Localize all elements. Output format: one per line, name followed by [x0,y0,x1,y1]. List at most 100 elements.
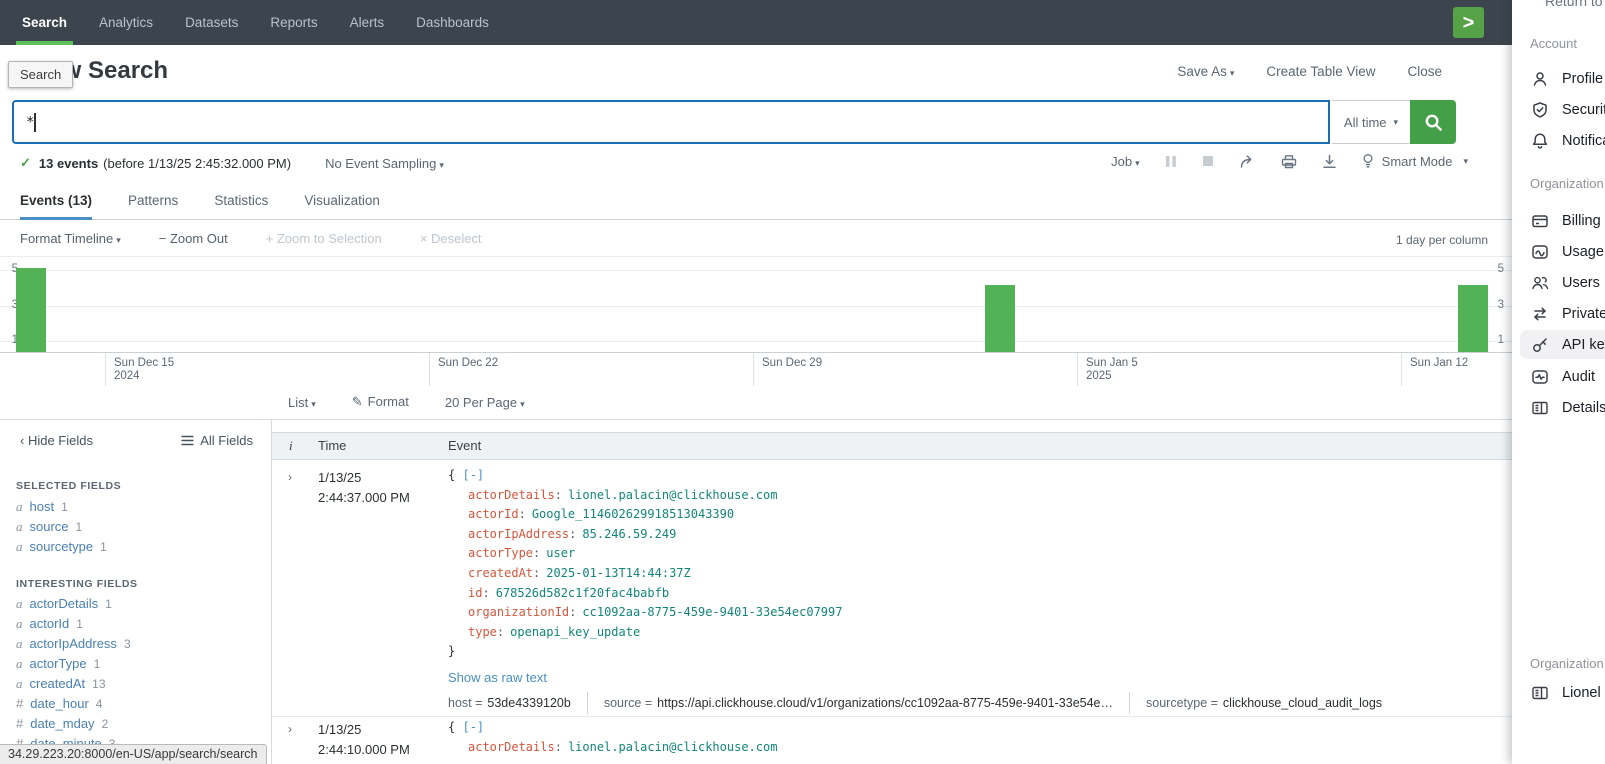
export-button[interactable] [1322,154,1337,169]
json-key[interactable]: id [468,586,496,600]
create-table-view-button[interactable]: Create Table View [1266,64,1375,79]
share-button[interactable] [1239,154,1256,169]
field-actorDetails[interactable]: aactorDetails1 [16,596,112,612]
json-key[interactable]: actorIpAddress [468,527,582,541]
field-actorIpAddress[interactable]: aactorIpAddress3 [16,636,131,652]
timeline-bar-jan03[interactable] [985,285,1015,352]
close-button[interactable]: Close [1407,64,1442,79]
json-value[interactable]: lionel.palacin@clickhouse.com [568,740,778,754]
field-actorType[interactable]: aactorType1 [16,656,100,672]
search-input[interactable]: * [12,100,1330,144]
json-value[interactable]: cc1092aa-8775-459e-9401-33e54ec07997 [582,605,842,619]
menu-item-security[interactable]: Security [1520,95,1605,124]
nav-item-dashboards[interactable]: Dashboards [400,0,505,45]
json-key[interactable]: actorDetails [468,740,568,754]
zoom-to-selection-button[interactable]: + Zoom to Selection [266,231,382,246]
return-to-link[interactable]: Return to [1545,0,1605,9]
event-count: 13 events [39,156,98,171]
menu-item-usage[interactable]: Usage [1520,237,1605,266]
menu-item-notifications[interactable]: Notifications [1520,126,1605,155]
field-source[interactable]: asource1 [16,519,82,535]
all-fields-button[interactable]: All Fields [181,433,253,448]
menu-item-api-keys[interactable]: API keys [1520,330,1605,359]
nav-item-search[interactable]: Search [6,0,83,45]
event-sampling-menu[interactable]: No Event Sampling▾ [325,156,444,171]
menu-item-organization-lionel[interactable]: Lionel [1520,678,1605,707]
splunk-chevron-icon [1463,13,1475,33]
json-value[interactable]: openapi_key_update [510,625,640,639]
field-date-mday[interactable]: #date_mday2 [16,716,108,731]
menu-item-details[interactable]: Details [1520,393,1605,422]
meta-source[interactable]: source =https://api.clickhouse.cloud/v1/… [604,696,1113,710]
search-mode-menu[interactable]: Smart Mode▾ [1362,153,1468,169]
key-icon [1531,336,1549,354]
per-page-menu[interactable]: 20 Per Page▾ [445,395,525,410]
save-as-button[interactable]: Save As▾ [1177,64,1234,79]
menu-item-billing[interactable]: Billing [1520,206,1605,235]
pause-icon [1165,155,1177,168]
shield-icon [1531,101,1549,119]
meta-sourcetype[interactable]: sourcetype =clickhouse_cloud_audit_logs [1146,696,1382,710]
collapse-json-link[interactable]: [-] [462,720,484,734]
field-host[interactable]: ahost1 [16,499,68,515]
y-axis-tick-right: 1 [1490,334,1504,346]
tab-visualization[interactable]: Visualization [304,186,380,220]
timeline-bar-dec13[interactable] [16,268,46,352]
divider [1129,692,1130,714]
stop-button[interactable] [1202,155,1214,167]
json-key[interactable]: type [468,625,510,639]
json-key[interactable]: actorDetails [468,488,568,502]
json-key[interactable]: createdAt [468,566,546,580]
menu-item-audit[interactable]: Audit [1520,362,1605,391]
print-icon [1281,154,1297,169]
json-value[interactable]: user [546,546,575,560]
tab-statistics[interactable]: Statistics [214,186,268,220]
timeline-bar-jan13[interactable] [1458,285,1488,352]
field-date-hour[interactable]: #date_hour4 [16,696,102,711]
deselect-button[interactable]: × Deselect [420,231,482,246]
expand-event-button[interactable]: › [288,722,292,736]
field-sourcetype[interactable]: asourcetype1 [16,539,107,555]
divider [272,716,1512,717]
print-button[interactable] [1281,154,1297,169]
json-value[interactable]: 2025-01-13T14:44:37Z [546,566,691,580]
text-cursor [34,113,36,132]
menu-item-private-endpoints[interactable]: Private [1520,299,1605,328]
expand-event-button[interactable]: › [288,470,292,484]
job-menu[interactable]: Job▾ [1111,154,1140,169]
gridline [0,306,1512,307]
hide-fields-button[interactable]: ‹ Hide Fields [20,433,93,448]
nav-item-datasets[interactable]: Datasets [169,0,254,45]
json-key[interactable]: actorType [468,546,546,560]
gridline [0,341,1512,342]
nav-item-analytics[interactable]: Analytics [83,0,169,45]
menu-item-users[interactable]: Users [1520,268,1605,297]
timeline-scale-note: 1 day per column [1396,233,1488,247]
pause-button[interactable] [1165,155,1177,168]
chevron-left-icon: ‹ [20,433,28,448]
menu-item-profile[interactable]: Profile [1520,64,1605,93]
view-mode-menu[interactable]: List▾ [288,395,316,410]
field-createdAt[interactable]: acreatedAt13 [16,676,106,692]
json-value[interactable]: lionel.palacin@clickhouse.com [568,488,778,502]
show-raw-text-link[interactable]: Show as raw text [448,670,547,685]
json-key[interactable]: organizationId [468,605,582,619]
nav-item-reports[interactable]: Reports [254,0,333,45]
time-range-picker[interactable]: All time▾ [1332,100,1410,144]
results-view-toolbar: List▾ ✎Format 20 Per Page▾ [288,386,525,418]
tab-patterns[interactable]: Patterns [128,186,178,220]
splunk-logo-button[interactable] [1453,7,1484,38]
field-actorId[interactable]: aactorId1 [16,616,83,632]
json-key[interactable]: actorId [468,507,532,521]
nav-item-alerts[interactable]: Alerts [334,0,401,45]
json-value[interactable]: Google_114602629918513043390 [532,507,734,521]
json-value[interactable]: 85.246.59.249 [582,527,676,541]
run-search-button[interactable] [1410,100,1456,144]
collapse-json-link[interactable]: [-] [462,468,484,482]
format-timeline-menu[interactable]: Format Timeline▾ [20,231,121,246]
format-results-button[interactable]: ✎Format [352,394,409,410]
tab-events[interactable]: Events (13) [20,186,92,220]
meta-host[interactable]: host =53de4339120b [448,696,571,710]
json-value[interactable]: 678526d582c1f20fac4babfb [496,586,669,600]
zoom-out-button[interactable]: − Zoom Out [159,231,228,246]
